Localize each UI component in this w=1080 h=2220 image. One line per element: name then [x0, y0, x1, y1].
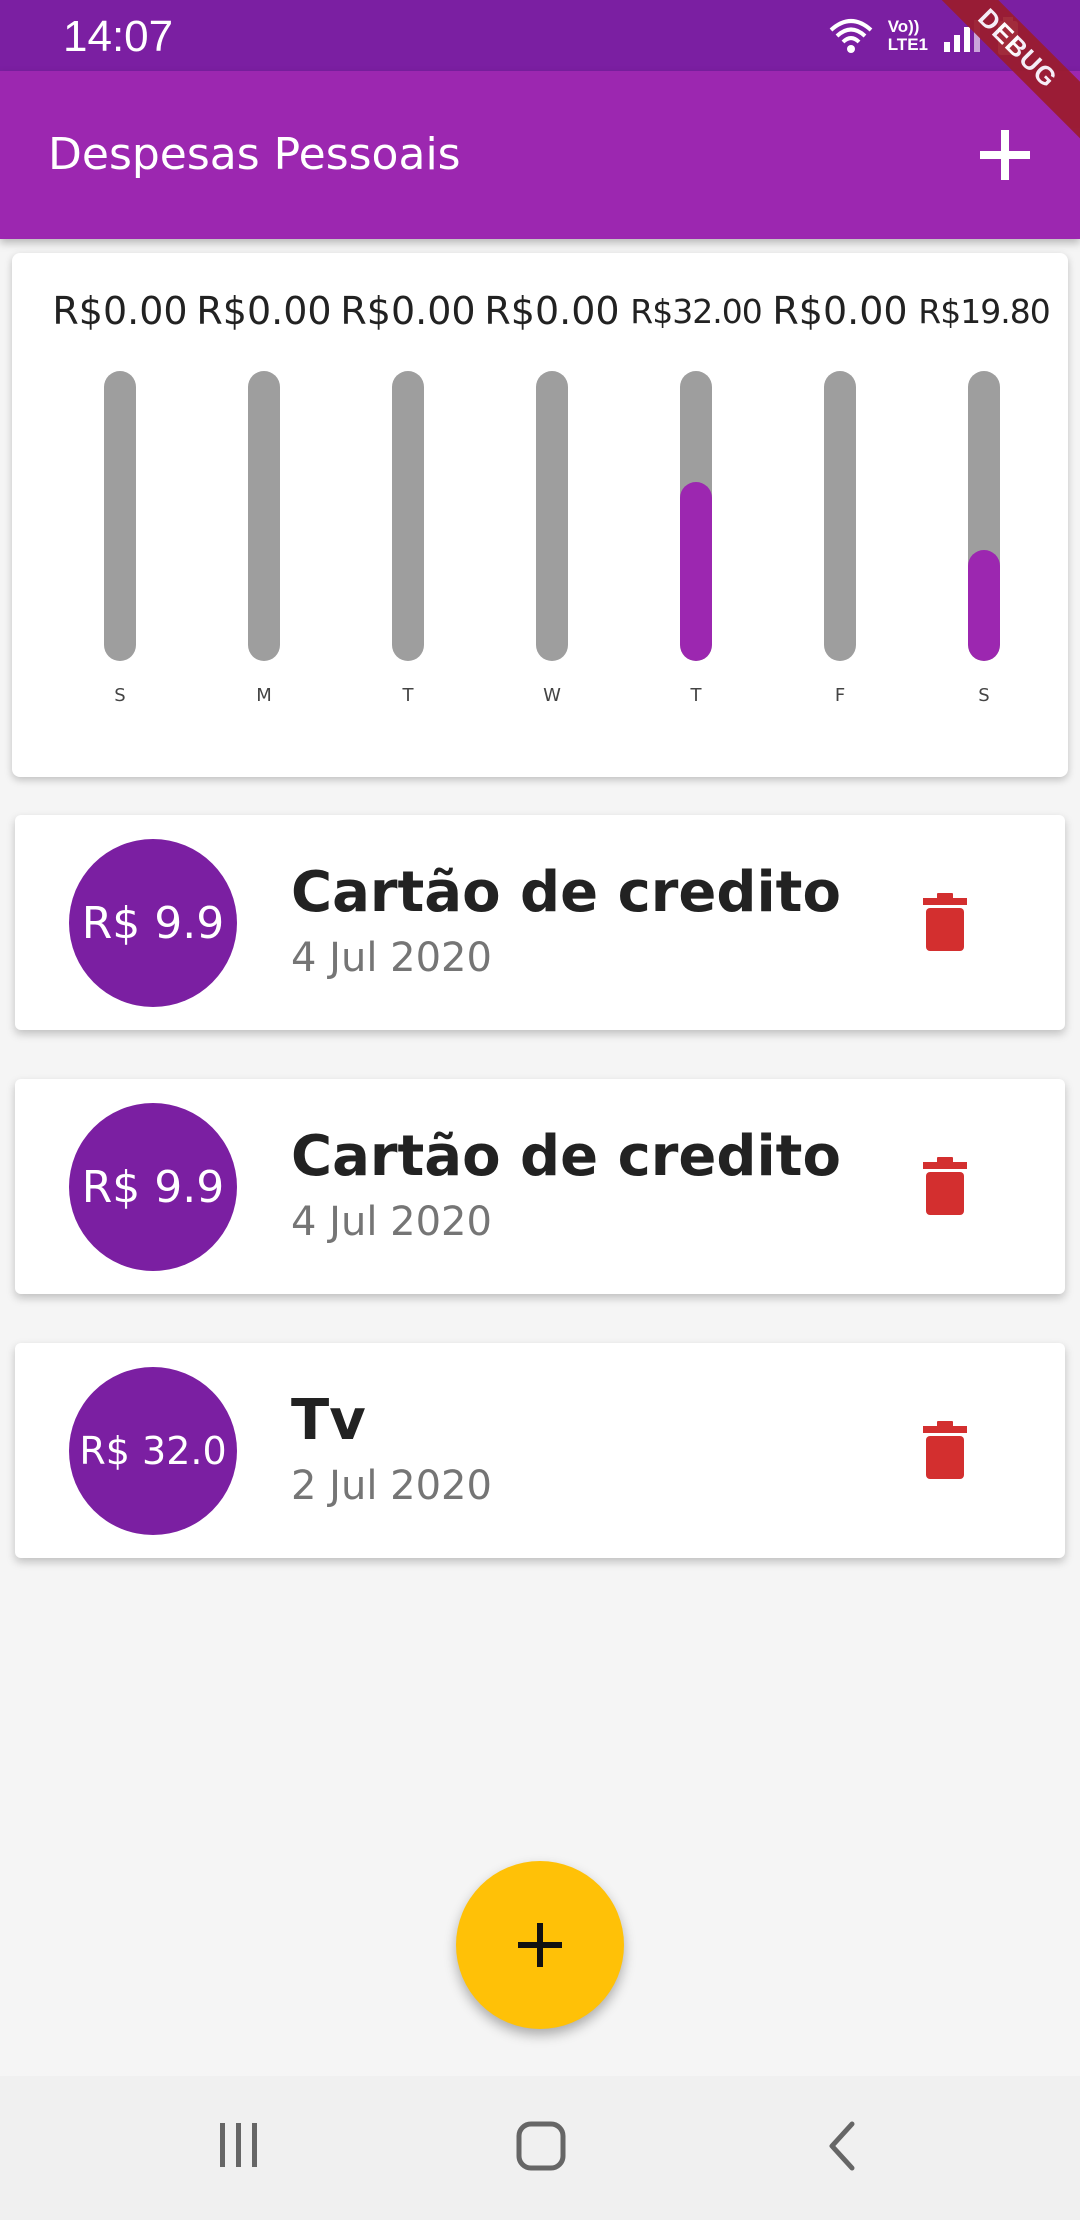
- recent-apps-icon[interactable]: [214, 2120, 264, 2170]
- page-title: Despesas Pessoais: [48, 129, 461, 180]
- bar-track: [824, 371, 856, 661]
- bar: [680, 481, 712, 661]
- bar-value-label: R$0.00: [196, 289, 332, 333]
- bar-column: R$0.00 W: [480, 253, 624, 777]
- transaction-card: R$ 9.9 Cartão de credito 4 Jul 2020: [15, 815, 1065, 1030]
- trash-icon[interactable]: [923, 1157, 967, 1215]
- bar-column: R$32.00 T: [624, 253, 768, 777]
- transaction-card: R$ 9.9 Cartão de credito 4 Jul 2020: [15, 1079, 1065, 1294]
- bar-column: R$0.00 T: [336, 253, 480, 777]
- bar-column: R$0.00 M: [192, 253, 336, 777]
- amount-avatar: R$ 32.0: [69, 1367, 237, 1535]
- app-bar: Despesas Pessoais: [0, 71, 1080, 239]
- bar-value-label: R$32.00: [630, 292, 762, 331]
- bar-column: R$19.80 S: [912, 253, 1056, 777]
- transaction-card: R$ 32.0 Tv 2 Jul 2020: [15, 1343, 1065, 1558]
- bar-track: [392, 371, 424, 661]
- bar-day-label: T: [690, 685, 702, 706]
- bar-day-label: F: [834, 685, 846, 706]
- plus-icon[interactable]: [974, 124, 1036, 186]
- amount-avatar: R$ 9.9: [69, 1103, 237, 1271]
- trash-icon[interactable]: [923, 893, 967, 951]
- bar-value-label: R$0.00: [340, 289, 476, 333]
- bar-value-label: R$0.00: [484, 289, 620, 333]
- trash-icon[interactable]: [923, 1421, 967, 1479]
- bar-track: [104, 371, 136, 661]
- bar-column: R$0.00 F: [768, 253, 912, 777]
- amount-avatar: R$ 9.9: [69, 839, 237, 1007]
- bar-value-label: R$19.80: [918, 292, 1050, 331]
- weekly-chart: R$0.00 S R$0.00 M R$0.00 T R$0.00 W R$32…: [12, 253, 1068, 777]
- transaction-date: 4 Jul 2020: [291, 935, 492, 981]
- bar-track: [968, 371, 1000, 661]
- transaction-title: Cartão de credito: [291, 1124, 841, 1189]
- system-nav-bar: [0, 2076, 1080, 2220]
- bar-value-label: R$0.00: [52, 289, 188, 333]
- bar-column: R$0.00 S: [48, 253, 192, 777]
- bar-day-label: M: [256, 685, 272, 706]
- plus-icon: [518, 1923, 562, 1967]
- bar-day-label: W: [543, 685, 561, 706]
- transaction-date: 2 Jul 2020: [291, 1463, 492, 1509]
- transaction-title: Tv: [291, 1388, 366, 1453]
- bar: [968, 550, 1000, 661]
- home-icon[interactable]: [515, 2120, 567, 2172]
- bar-day-label: S: [978, 685, 990, 706]
- bar-day-label: T: [402, 685, 414, 706]
- wifi-icon: [829, 19, 873, 53]
- lte-label: Vo)) LTE1: [887, 17, 928, 54]
- transaction-date: 4 Jul 2020: [291, 1199, 492, 1245]
- bar-value-label: R$0.00: [772, 289, 908, 333]
- transaction-title: Cartão de credito: [291, 860, 841, 925]
- bar-track: [680, 371, 712, 661]
- status-time: 14:07: [63, 12, 174, 61]
- bar-track: [248, 371, 280, 661]
- status-bar: 14:07 Vo)) LTE1: [0, 0, 1080, 71]
- bar-track: [536, 371, 568, 661]
- add-transaction-button[interactable]: [456, 1861, 624, 2029]
- bar-day-label: S: [114, 685, 126, 706]
- back-icon[interactable]: [822, 2120, 862, 2172]
